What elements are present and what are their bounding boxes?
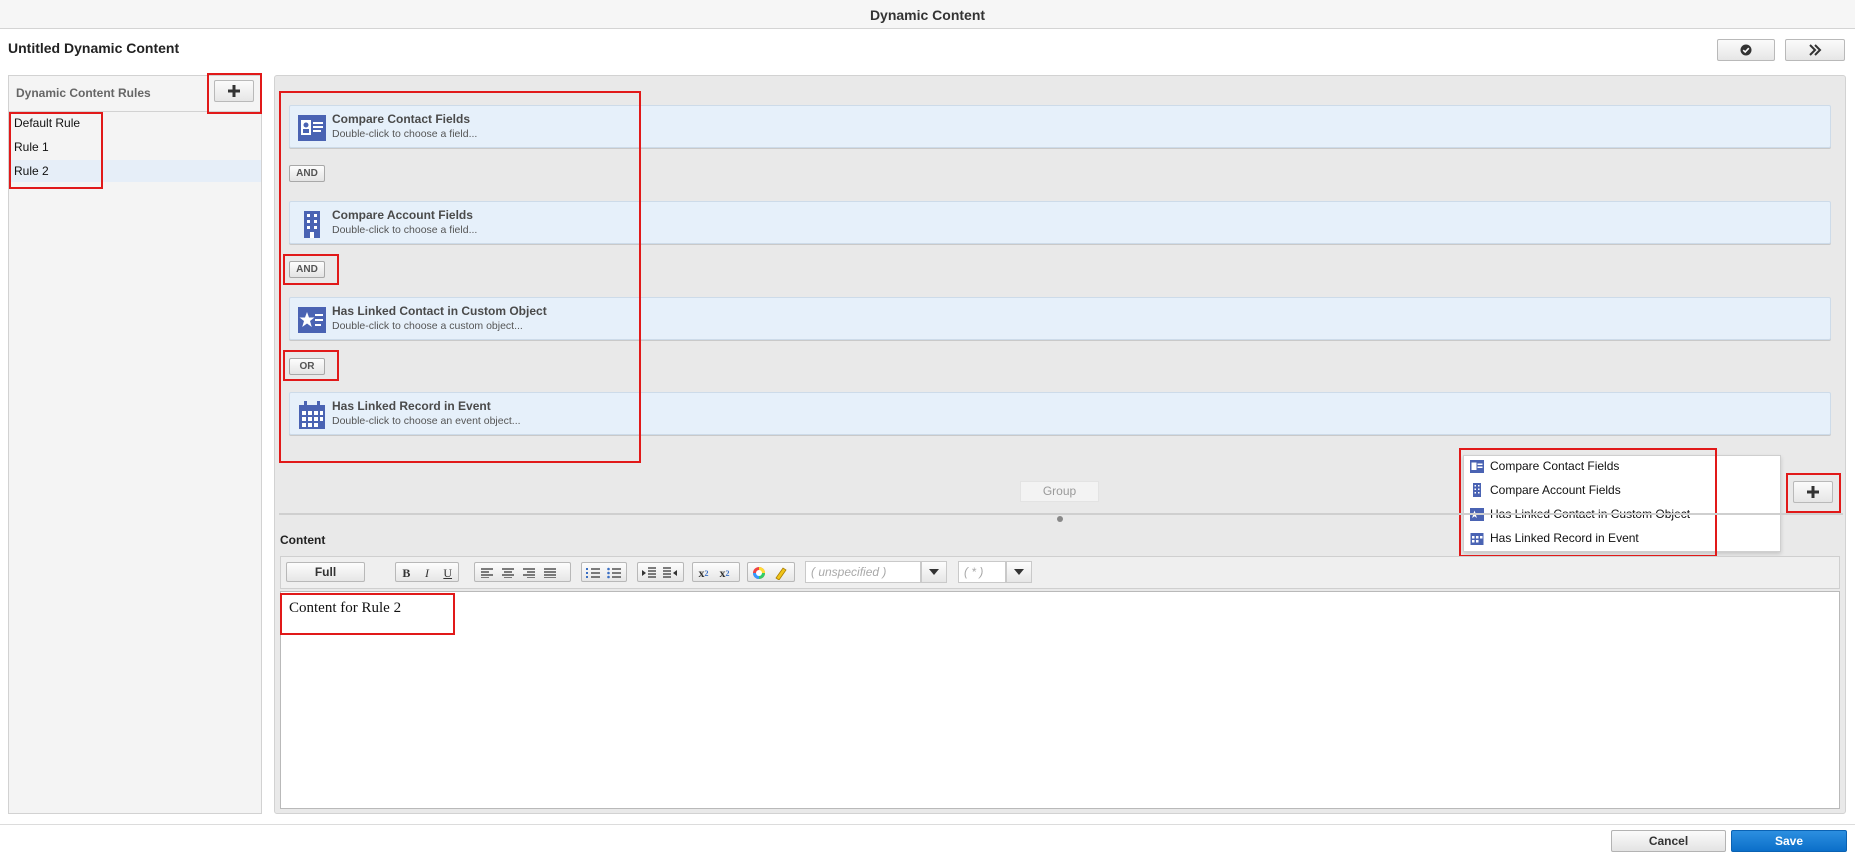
group-button[interactable]: Group	[1020, 481, 1099, 502]
save-button[interactable]: Save	[1731, 830, 1847, 852]
indent-icon[interactable]	[659, 563, 680, 583]
cancel-button[interactable]: Cancel	[1611, 830, 1726, 852]
font-size-dropdown-button[interactable]	[1006, 561, 1032, 583]
page-title: Untitled Dynamic Content	[8, 40, 180, 56]
underline-icon[interactable]: U	[437, 563, 458, 583]
caret-down-icon	[1014, 569, 1024, 575]
script-group: x2 x2	[692, 562, 740, 582]
font-family-dropdown-button[interactable]	[921, 561, 947, 583]
subscript-icon[interactable]: x2	[714, 563, 735, 583]
check-circle-icon	[1740, 44, 1752, 56]
superscript-icon[interactable]: x2	[693, 563, 714, 583]
highlight-add-criteria	[1786, 473, 1841, 513]
splitter[interactable]	[279, 513, 1843, 515]
align-left-icon[interactable]	[476, 563, 497, 583]
align-group	[474, 562, 571, 582]
content-editor[interactable]	[280, 591, 1840, 809]
caret-down-icon	[929, 569, 939, 575]
highlight-criteria-list	[279, 91, 641, 463]
splitter-grip-icon[interactable]	[1057, 516, 1063, 522]
window-title: Dynamic Content	[0, 0, 1855, 29]
expand-button[interactable]	[1785, 39, 1845, 61]
check-button[interactable]	[1717, 39, 1775, 61]
align-right-icon[interactable]	[518, 563, 539, 583]
text-color-icon[interactable]	[748, 563, 769, 583]
highlight-editor-content	[280, 593, 455, 635]
footer-divider	[0, 824, 1855, 825]
color-group	[747, 562, 795, 582]
numbered-list-icon[interactable]	[582, 563, 603, 583]
italic-icon[interactable]: I	[417, 563, 438, 583]
font-family-select[interactable]: ( unspecified )	[805, 561, 921, 583]
bold-icon[interactable]: B	[396, 563, 417, 583]
content-label: Content	[280, 533, 326, 547]
outdent-icon[interactable]	[638, 563, 659, 583]
highlight-add-rule	[207, 73, 262, 114]
indent-group	[637, 562, 684, 582]
full-mode-button[interactable]: Full	[286, 562, 365, 582]
text-style-group: B I U	[395, 562, 459, 582]
rules-panel-title: Dynamic Content Rules	[16, 86, 151, 100]
list-group	[581, 562, 627, 582]
double-chevron-right-icon	[1809, 44, 1822, 56]
bullet-list-icon[interactable]	[603, 563, 624, 583]
font-size-select[interactable]: ( * )	[958, 561, 1006, 583]
highlight-icon[interactable]	[769, 563, 790, 583]
align-justify-icon[interactable]	[539, 563, 560, 583]
highlight-rules-list	[9, 112, 103, 189]
align-center-icon[interactable]	[497, 563, 518, 583]
highlight-add-menu	[1459, 448, 1717, 557]
